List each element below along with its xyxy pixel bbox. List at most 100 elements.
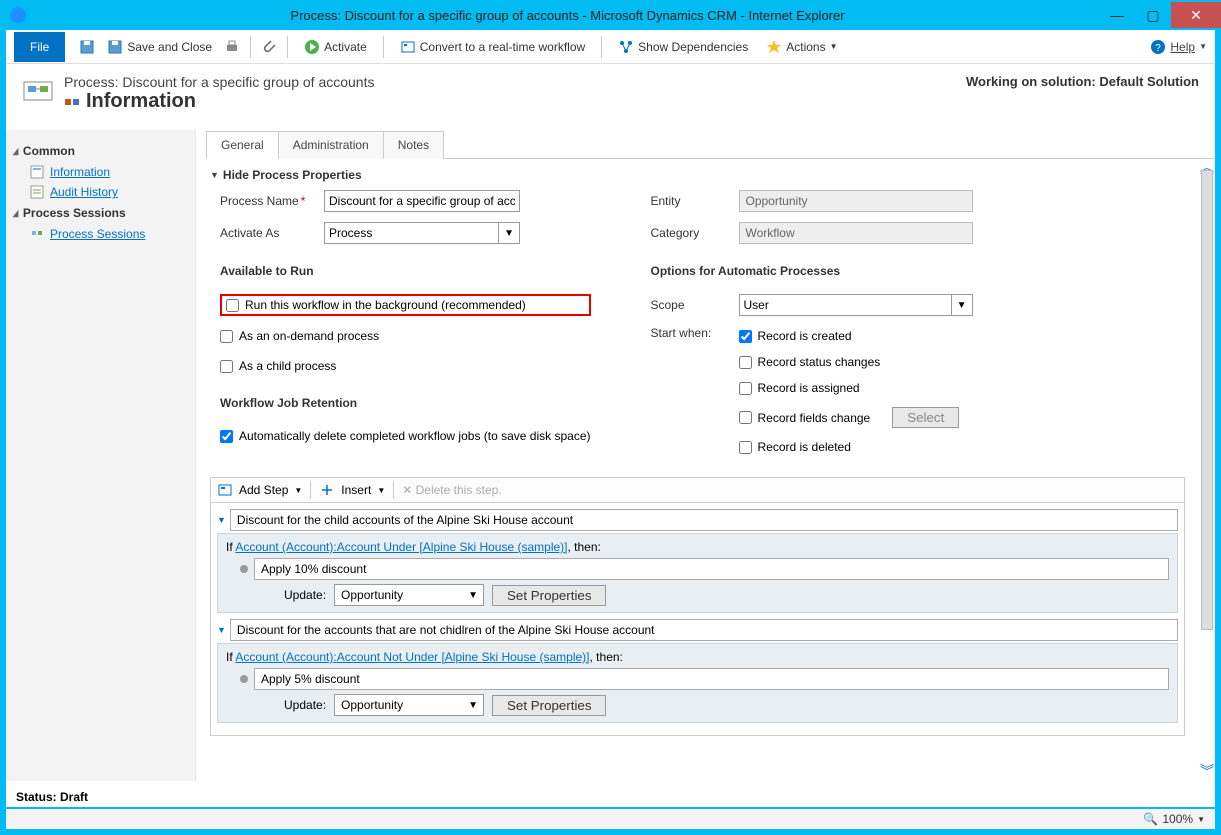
close-button[interactable]: ✕ xyxy=(1171,2,1221,28)
update-label: Update: xyxy=(284,588,326,602)
retention-header: Workflow Job Retention xyxy=(220,396,591,410)
record-status-checkbox[interactable] xyxy=(739,356,752,369)
toolbar: File Save and Close Activate Convert to … xyxy=(6,30,1215,64)
hide-properties-toggle[interactable]: Hide Process Properties xyxy=(210,168,1185,182)
stage-title-input[interactable]: Discount for the child accounts of the A… xyxy=(230,509,1178,531)
scope-label: Scope xyxy=(651,298,731,312)
scroll-down-button[interactable]: ︾ xyxy=(1199,761,1215,777)
tab-general[interactable]: General xyxy=(206,131,279,159)
highlighted-option: Run this workflow in the background (rec… xyxy=(220,294,591,316)
on-demand-checkbox[interactable] xyxy=(220,330,233,343)
run-background-checkbox[interactable] xyxy=(226,299,239,312)
record-deleted-checkbox[interactable] xyxy=(739,441,752,454)
step-description-input[interactable]: Apply 10% discount xyxy=(254,558,1169,580)
chevron-down-icon: ▼ xyxy=(830,42,838,51)
ie-status-bar: 🔍 100% ▼ xyxy=(6,807,1215,829)
page-title: Information xyxy=(86,90,196,113)
save-close-icon xyxy=(107,39,123,55)
audit-icon xyxy=(30,185,44,199)
set-properties-button[interactable]: Set Properties xyxy=(492,585,606,606)
child-process-label: As a child process xyxy=(239,359,336,373)
delete-step-button: ✕ Delete this step. xyxy=(402,483,501,497)
maximize-button[interactable]: ▢ xyxy=(1135,2,1171,28)
help-button[interactable]: ? Help ▼ xyxy=(1150,39,1207,55)
activate-button[interactable]: Activate xyxy=(298,36,373,58)
process-icon xyxy=(22,74,54,106)
actions-menu[interactable]: Actions ▼ xyxy=(760,36,843,58)
start-when-label: Start when: xyxy=(651,326,731,340)
record-created-checkbox[interactable] xyxy=(739,330,752,343)
tab-admin[interactable]: Administration xyxy=(278,131,384,159)
collapse-icon[interactable]: ▼ xyxy=(217,625,226,635)
deps-icon xyxy=(618,39,634,55)
record-assigned-label: Record is assigned xyxy=(758,381,860,395)
record-fields-checkbox[interactable] xyxy=(739,411,752,424)
entity-field: Opportunity xyxy=(739,190,973,212)
tab-notes[interactable]: Notes xyxy=(383,131,444,159)
step-description-input[interactable]: Apply 5% discount xyxy=(254,668,1169,690)
svg-text:?: ? xyxy=(1156,43,1162,54)
condition-link[interactable]: Account (Account):Account Not Under [Alp… xyxy=(235,650,589,664)
file-menu[interactable]: File xyxy=(14,32,65,62)
collapse-icon[interactable]: ▼ xyxy=(217,515,226,525)
record-status-label: Record status changes xyxy=(758,355,881,369)
category-field: Workflow xyxy=(739,222,973,244)
nav-sessions[interactable]: Process Sessions xyxy=(12,224,189,244)
scrollbar-thumb[interactable] xyxy=(1201,170,1213,630)
breadcrumb: Process: Discount for a specific group o… xyxy=(64,74,374,90)
ie-icon xyxy=(10,7,26,23)
nav-information-label: Information xyxy=(50,165,110,179)
show-deps-label: Show Dependencies xyxy=(638,40,748,54)
stage-title-input[interactable]: Discount for the accounts that are not c… xyxy=(230,619,1178,641)
convert-button[interactable]: Convert to a real-time workflow xyxy=(394,36,591,58)
activate-icon xyxy=(304,39,320,55)
window-title: Process: Discount for a specific group o… xyxy=(36,8,1099,23)
condition-line: If Account (Account):Account Not Under [… xyxy=(226,650,1169,664)
nav-common-header[interactable]: Common xyxy=(12,144,189,158)
record-created-label: Record is created xyxy=(758,329,852,343)
zoom-icon: 🔍 xyxy=(1143,812,1158,826)
nav-sessions-header[interactable]: Process Sessions xyxy=(12,206,189,220)
step-bullet-icon xyxy=(240,675,248,683)
update-entity-select[interactable]: Opportunity▼ xyxy=(334,694,484,716)
select-fields-button[interactable]: Select xyxy=(892,407,959,428)
insert-icon xyxy=(319,482,335,498)
update-entity-select[interactable]: Opportunity▼ xyxy=(334,584,484,606)
entity-label: Entity xyxy=(651,194,731,208)
titlebar: Process: Discount for a specific group o… xyxy=(0,0,1221,30)
nav-audit-label: Audit History xyxy=(50,185,118,199)
run-background-label: Run this workflow in the background (rec… xyxy=(245,298,526,312)
form-icon xyxy=(30,165,44,179)
help-icon: ? xyxy=(1150,39,1166,55)
minimize-button[interactable]: — xyxy=(1099,2,1135,28)
activate-as-select[interactable]: Process▼ xyxy=(324,222,520,244)
save-icon[interactable] xyxy=(79,39,95,55)
insert-button[interactable]: Insert xyxy=(341,483,371,497)
sessions-icon xyxy=(30,227,44,241)
add-step-button[interactable]: Add Step xyxy=(239,483,288,497)
step-toolbar: Add Step▼ Insert▼ ✕ Delete this step. xyxy=(210,477,1185,503)
show-deps-button[interactable]: Show Dependencies xyxy=(612,36,754,58)
zoom-value: 100% xyxy=(1162,812,1193,826)
actions-icon xyxy=(766,39,782,55)
chevron-down-icon: ▼ xyxy=(1197,815,1205,824)
auto-delete-checkbox[interactable] xyxy=(220,430,233,443)
nav-information[interactable]: Information xyxy=(12,162,189,182)
attach-icon[interactable] xyxy=(261,39,277,55)
child-process-checkbox[interactable] xyxy=(220,360,233,373)
condition-link[interactable]: Account (Account):Account Under [Alpine … xyxy=(235,540,567,554)
entity-small-icon xyxy=(64,94,80,110)
scope-select[interactable]: User▼ xyxy=(739,294,973,316)
print-icon[interactable] xyxy=(224,39,240,55)
save-close-label: Save and Close xyxy=(127,40,212,54)
nav-sessions-label: Process Sessions xyxy=(50,227,145,241)
zoom-control[interactable]: 🔍 100% ▼ xyxy=(1143,812,1205,826)
auto-delete-label: Automatically delete completed workflow … xyxy=(239,429,591,443)
save-close-button[interactable]: Save and Close xyxy=(101,36,218,58)
nav-audit[interactable]: Audit History xyxy=(12,182,189,202)
record-assigned-checkbox[interactable] xyxy=(739,382,752,395)
process-name-input[interactable] xyxy=(324,190,520,212)
on-demand-label: As an on-demand process xyxy=(239,329,379,343)
set-properties-button[interactable]: Set Properties xyxy=(492,695,606,716)
process-name-label: Process Name* xyxy=(220,194,316,208)
